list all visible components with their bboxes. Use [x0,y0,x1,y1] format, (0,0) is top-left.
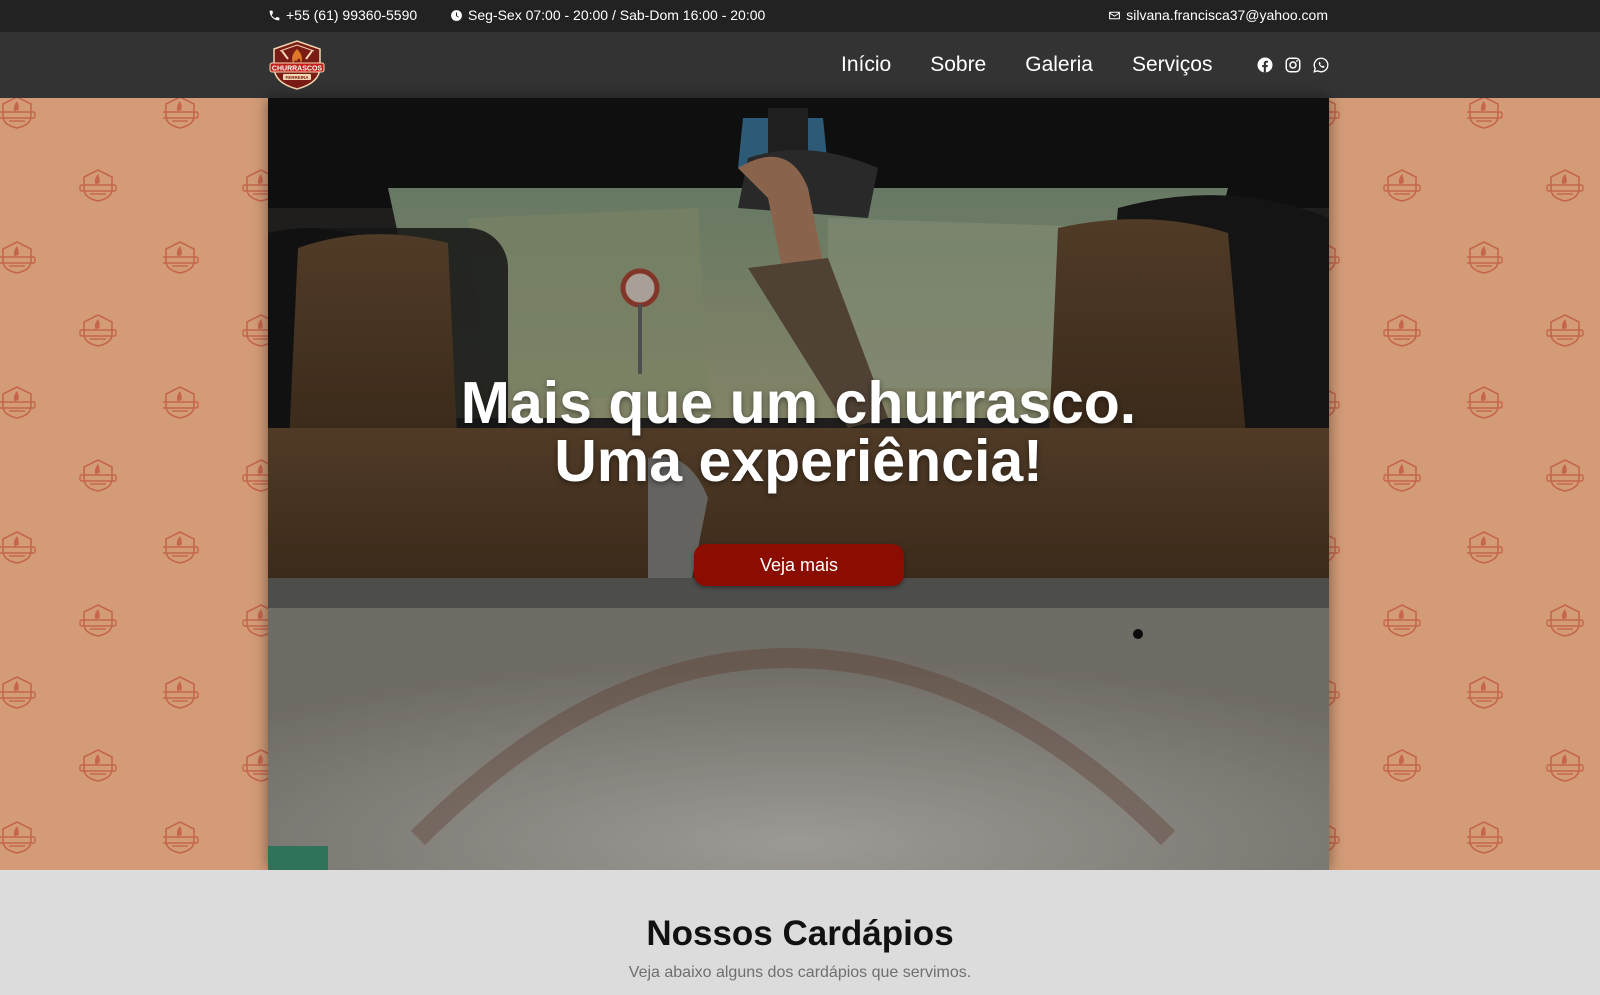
mail-icon [1108,9,1121,22]
nav-link-inicio[interactable]: Início [841,53,891,77]
nav-link-sobre[interactable]: Sobre [930,53,986,77]
top-info-bar: +55 (61) 99360-5590 Seg-Sex 07:00 - 20:0… [0,0,1600,32]
facebook-icon[interactable] [1256,56,1274,74]
hero-title-line2: Uma experiência! [554,428,1043,494]
svg-text:FERREIRA: FERREIRA [285,75,309,80]
section-title: Nossos Cardápios [646,914,954,953]
social-links [1256,32,1330,98]
nav-menu: Início Sobre Galeria Serviços [841,32,1251,98]
clock-icon [450,9,463,22]
hours-text: Seg-Sex 07:00 - 20:00 / Sab-Dom 16:00 - … [468,7,766,23]
veja-mais-button[interactable]: Veja mais [694,544,904,586]
phone-text: +55 (61) 99360-5590 [286,7,418,23]
hero-title: Mais que um churrasco. Uma experiência! [268,370,1329,494]
phone-icon [268,9,281,22]
section-subtitle: Veja abaixo alguns dos cardápios que ser… [628,964,972,981]
email-text: silvana.francisca37@yahoo.com [1126,7,1328,23]
whatsapp-icon[interactable] [1312,56,1330,74]
svg-text:CHURRASCOS: CHURRASCOS [272,66,323,73]
cardapios-section: Nossos Cardápios Veja abaixo alguns dos … [0,870,1600,995]
brand-logo[interactable]: CHURRASCOS FERREIRA [268,39,326,91]
contact-phone[interactable]: +55 (61) 99360-5590 [268,0,417,30]
hero-title-line1: Mais que um churrasco. [460,370,1137,436]
main-navbar: CHURRASCOS FERREIRA Início Sobre Galeria… [0,32,1600,98]
hero-banner: Mais que um churrasco. Uma experiência! … [268,98,1329,870]
opening-hours: Seg-Sex 07:00 - 20:00 / Sab-Dom 16:00 - … [450,0,765,30]
contact-email[interactable]: silvana.francisca37@yahoo.com [1108,0,1328,30]
nav-link-galeria[interactable]: Galeria [1025,53,1093,77]
instagram-icon[interactable] [1284,56,1302,74]
nav-link-servicos[interactable]: Serviços [1132,53,1213,77]
